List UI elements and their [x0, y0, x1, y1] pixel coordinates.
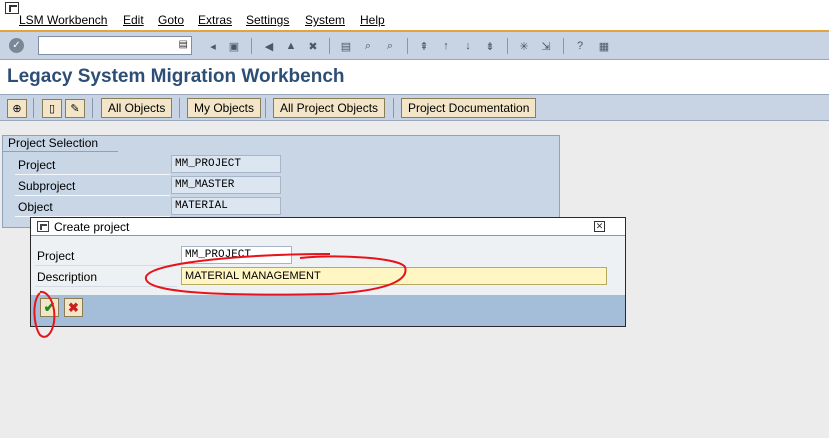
menu-settings[interactable]: Settings [246, 13, 289, 27]
menu-goto[interactable]: Goto [158, 13, 184, 27]
page-title: Legacy System Migration Workbench [7, 66, 345, 87]
toolbar-separator [179, 98, 180, 118]
save-icon[interactable]: ▣ [226, 38, 242, 54]
system-menu-icon[interactable] [5, 2, 19, 14]
project-field[interactable]: MM_PROJECT [171, 155, 281, 173]
dialog-description-label: Description [37, 270, 98, 284]
command-field[interactable]: ▤ [38, 36, 192, 55]
project-documentation-button[interactable]: Project Documentation [401, 98, 537, 118]
project-label: Project [18, 158, 56, 172]
find-next-icon[interactable]: ⌕ [382, 38, 398, 54]
all-project-objects-button[interactable]: All Project Objects [273, 98, 386, 118]
dialog-menu-icon[interactable] [37, 221, 49, 232]
title-bar: Legacy System Migration Workbench [0, 60, 829, 94]
confirm-checkmark-icon[interactable]: ✔ [40, 298, 59, 317]
layout-menu-icon[interactable]: ▦ [596, 38, 612, 54]
first-page-icon[interactable]: ⇞ [416, 38, 432, 54]
change-icon[interactable]: ✎ [65, 99, 85, 118]
enter-icon[interactable]: ✓ [9, 38, 24, 53]
toolbar-separator [251, 38, 252, 54]
toolbar-separator [563, 38, 564, 54]
all-objects-button[interactable]: All Objects [101, 98, 173, 118]
next-page-icon[interactable]: ↓ [460, 38, 476, 54]
create-shortcut-icon[interactable]: ⇲ [538, 38, 554, 54]
toolbar-separator [393, 98, 394, 118]
menu-system[interactable]: System [305, 13, 345, 27]
new-session-icon[interactable]: ✳ [516, 38, 532, 54]
exit-icon[interactable]: ▲ [283, 38, 299, 54]
toolbar-separator [92, 98, 93, 118]
object-field[interactable]: MATERIAL [171, 197, 281, 215]
subproject-label: Subproject [18, 179, 76, 193]
cancel-icon[interactable]: ✖ [305, 38, 321, 54]
menu-extras[interactable]: Extras [198, 13, 232, 27]
help-icon[interactable]: ? [572, 38, 588, 54]
dialog-project-label: Project [37, 249, 75, 263]
back-icon[interactable]: ◀ [261, 38, 277, 54]
field-underline [15, 195, 170, 196]
print-icon[interactable]: ▤ [338, 38, 354, 54]
field-underline [35, 265, 177, 266]
create-project-dialog: Create project ✕ Project MM_PROJECT Desc… [30, 217, 626, 327]
dialog-title: Create project [54, 220, 130, 234]
toolbar-separator [407, 38, 408, 54]
dialog-description-field[interactable]: MATERIAL MANAGEMENT [181, 267, 607, 285]
field-underline [35, 286, 177, 287]
my-objects-button[interactable]: My Objects [187, 98, 262, 118]
application-toolbar: ⊕ ▯ ✎ All Objects My Objects All Project… [0, 94, 829, 121]
back-arrow-icon[interactable]: ◂ [205, 38, 221, 54]
create-icon[interactable]: ▯ [42, 99, 62, 118]
toolbar-separator [329, 38, 330, 54]
menu-edit[interactable]: Edit [123, 13, 144, 27]
dialog-toolbar: ✔ ✖ [31, 295, 625, 326]
toolbar-separator [33, 98, 34, 118]
project-selection-title: Project Selection [2, 135, 130, 152]
subproject-field[interactable]: MM_MASTER [171, 176, 281, 194]
find-icon[interactable]: ⌕ [360, 38, 376, 54]
command-history-icon[interactable]: ▤ [179, 39, 188, 50]
object-label: Object [18, 200, 53, 214]
standard-toolbar: ✓ ▤ ◂ ▣ ◀ ▲ ✖ ▤ ⌕ ⌕ ⇞ ↑ ↓ ⇟ ✳ ⇲ ? ▦ [0, 32, 829, 60]
toolbar-separator [265, 98, 266, 118]
menu-bar: LSM Workbench Edit Goto Extras Settings … [0, 0, 829, 32]
project-selection-group: Project Selection Project MM_PROJECT Sub… [2, 135, 560, 228]
cancel-x-icon[interactable]: ✖ [64, 298, 83, 317]
execute-icon[interactable]: ⊕ [7, 99, 27, 118]
previous-page-icon[interactable]: ↑ [438, 38, 454, 54]
last-page-icon[interactable]: ⇟ [482, 38, 498, 54]
menu-help[interactable]: Help [360, 13, 385, 27]
toolbar-separator [507, 38, 508, 54]
menu-lsm-workbench[interactable]: LSM Workbench [19, 13, 107, 27]
close-icon[interactable]: ✕ [594, 221, 605, 232]
dialog-project-field[interactable]: MM_PROJECT [181, 246, 292, 264]
dialog-title-bar: Create project ✕ [31, 218, 625, 236]
field-underline [15, 174, 170, 175]
